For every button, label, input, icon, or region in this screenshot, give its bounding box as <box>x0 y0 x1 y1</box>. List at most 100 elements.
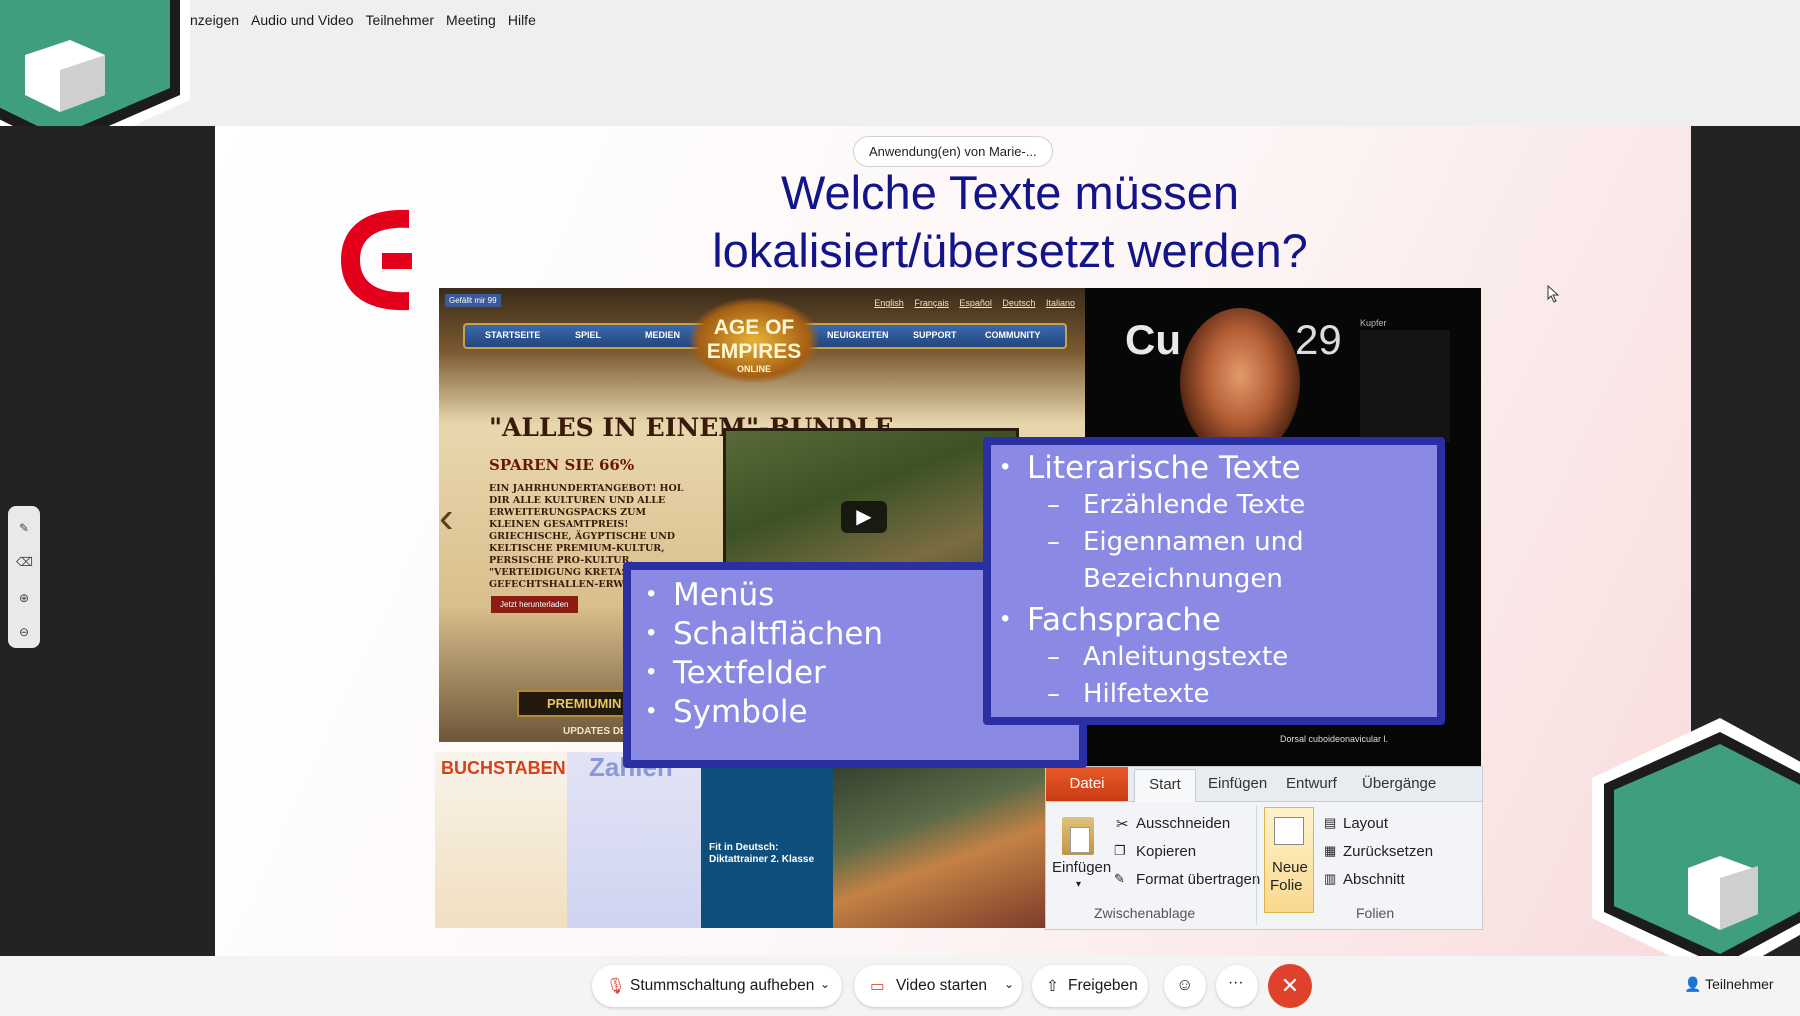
buchstaben-book: BUCHSTABEN <box>435 752 567 928</box>
share-badge[interactable]: Anwendung(en) von Marie-... <box>853 136 1053 167</box>
copper-coil-image <box>1180 308 1300 458</box>
new-slide-icon <box>1274 817 1304 845</box>
chevron-down-icon[interactable]: ⌄ <box>820 977 830 991</box>
start-video-label: Video starten <box>896 977 988 994</box>
start-video-button[interactable]: ▭ Video starten ⌄ <box>854 965 1022 1007</box>
ribbon-tab-einfuegen: Einfügen <box>1208 775 1268 792</box>
annotation-toolbar: ✎ ⌫ ⊕ ⊖ <box>8 506 40 648</box>
reset-label: Zurücksetzen <box>1343 843 1434 860</box>
unmute-label: Stummschaltung aufheben <box>630 977 815 994</box>
red-c-logo <box>341 209 412 311</box>
aoe-logo: AGE OF EMPIRES ONLINE <box>689 298 819 383</box>
aoe-nav-item: STARTSEITE <box>485 330 541 340</box>
children-photo <box>833 752 1045 928</box>
lang-deutsch: Deutsch <box>1002 298 1036 308</box>
zoom-in-icon[interactable]: ⊕ <box>16 590 32 606</box>
slide-title: Welche Texte müssen lokalisiert/übersetz… <box>535 164 1485 280</box>
cu-caption: Dorsal cuboideonavicular l. <box>1280 734 1389 744</box>
scissors-icon: ✂ <box>1116 816 1129 833</box>
bullet-dot: • <box>647 658 656 685</box>
share-button[interactable]: ⇧ Freigeben <box>1032 965 1148 1007</box>
ribbon-tabs: Datei Start Einfügen Entwurf Übergänge <box>1046 767 1482 802</box>
reset-icon: ▦ <box>1324 843 1337 858</box>
sub-erzaehlende-texte: Erzählende Texte <box>1083 490 1306 520</box>
aoe-updates-text: UPDATES DE <box>563 726 627 737</box>
section-label: Abschnitt <box>1343 871 1405 888</box>
more-icon: ··· <box>1228 974 1244 991</box>
lang-espanol: Español <box>959 298 992 308</box>
unmute-button[interactable]: 🎙 Stummschaltung aufheben ⌄ <box>592 965 842 1007</box>
copy-icon: ❐ <box>1114 843 1126 858</box>
menu-anzeigen[interactable]: nzeigen <box>190 12 239 28</box>
bullet-dot: • <box>647 580 656 607</box>
bullet-schaltflaechen: Schaltflächen <box>673 616 884 652</box>
ribbon-separator <box>1256 805 1257 925</box>
slides-group-label: Folien <box>1356 905 1395 921</box>
mic-muted-icon: 🎙 <box>606 978 626 995</box>
copy-label: Kopieren <box>1136 843 1197 860</box>
aoe-nav-item: NEUIGKEITEN <box>827 330 889 340</box>
bullet-dot: • <box>647 697 656 724</box>
aoe-nav-item: MEDIEN <box>645 330 681 340</box>
menu-bar: nzeigen Audio und Video Teilnehmer Meeti… <box>190 12 548 28</box>
zoom-out-icon[interactable]: ⊖ <box>16 624 32 640</box>
sub-hilfetexte: Hilfetexte <box>1083 679 1210 709</box>
ribbon-tab-entwurf: Entwurf <box>1286 775 1337 792</box>
bullet-box-text-types: • Literarische Texte – Erzählende Texte … <box>983 437 1445 725</box>
children-images: BUCHSTABEN Zahlen Fit in Deutsch: Diktat… <box>435 752 1045 928</box>
diktattrainer-title: Fit in Deutsch: Diktattrainer 2. Klasse <box>709 842 815 865</box>
eraser-icon[interactable]: ⌫ <box>16 554 33 570</box>
buchstaben-title: BUCHSTABEN <box>441 758 566 778</box>
format-label: Format übertragen <box>1136 871 1261 888</box>
menu-teilnehmer[interactable]: Teilnehmer <box>366 12 434 28</box>
video-off-icon: ▭ <box>870 978 885 995</box>
aoe-nav-item: COMMUNITY <box>985 330 1041 340</box>
participants-label: Teilnehmer <box>1705 976 1774 992</box>
lang-english: English <box>874 298 904 308</box>
clipboard-group-label: Zwischenablage <box>1094 905 1196 921</box>
cut-label: Ausschneiden <box>1136 815 1231 832</box>
smiley-icon: ☺ <box>1176 975 1194 994</box>
sub-eigennamen: Eigennamen und <box>1083 527 1304 557</box>
menu-audio-video[interactable]: Audio und Video <box>251 12 354 28</box>
diktattrainer-book: Fit in Deutsch: Diktattrainer 2. Klasse <box>701 752 833 928</box>
cu-info-panel <box>1360 330 1450 442</box>
shared-slide: Anwendung(en) von Marie-... Welche Texte… <box>215 126 1691 956</box>
person-icon: 👤 <box>1684 976 1702 992</box>
lang-francais: Français <box>914 298 949 308</box>
paste-icon <box>1062 817 1094 855</box>
aoe-nav-item: SUPPORT <box>913 330 957 340</box>
menu-meeting[interactable]: Meeting <box>446 12 496 28</box>
aoe-nav-item: SPIEL <box>575 330 602 340</box>
paste-label: Einfügen <box>1052 859 1112 876</box>
more-button[interactable]: ··· <box>1216 965 1258 1007</box>
pen-icon[interactable]: ✎ <box>16 520 32 536</box>
share-label: Freigeben <box>1068 977 1138 994</box>
participants-button[interactable]: 👤 Teilnehmer <box>1684 976 1774 993</box>
layout-label: Layout <box>1343 815 1389 832</box>
reactions-button[interactable]: ☺ <box>1164 965 1206 1007</box>
end-call-button[interactable]: ✕ <box>1268 964 1312 1008</box>
dash-icon: – <box>1047 527 1060 557</box>
chevron-left-icon: ‹ <box>439 493 454 542</box>
zahlen-book: Zahlen <box>567 752 701 928</box>
cu-number: 29 <box>1295 316 1342 363</box>
language-links: English Français Español Deutsch Italian… <box>866 298 1075 308</box>
new-slide-label1: Neue <box>1272 859 1308 876</box>
ribbon-tab-start: Start <box>1134 769 1196 802</box>
slide-title-line2: lokalisiert/übersetzt werden? <box>712 224 1308 277</box>
aoe-sparen: SPAREN SIE 66% <box>489 456 635 474</box>
bullet-symbole: Symbole <box>673 694 808 730</box>
dash-icon: – <box>1047 679 1060 709</box>
sub-bezeichnungen: Bezeichnungen <box>1083 564 1283 594</box>
facebook-like: Gefällt mir 99 <box>445 294 501 307</box>
menu-hilfe[interactable]: Hilfe <box>508 12 536 28</box>
bullet-dot: • <box>1001 605 1010 632</box>
layout-icon: ▤ <box>1324 815 1337 830</box>
bullet-menues: Menüs <box>673 577 775 613</box>
sub-anleitungstexte: Anleitungstexte <box>1083 642 1289 672</box>
cursor-icon <box>1547 285 1560 303</box>
chevron-down-icon[interactable]: ⌄ <box>1004 977 1014 991</box>
close-icon: ✕ <box>1280 973 1300 998</box>
share-icon: ⇧ <box>1046 978 1059 995</box>
